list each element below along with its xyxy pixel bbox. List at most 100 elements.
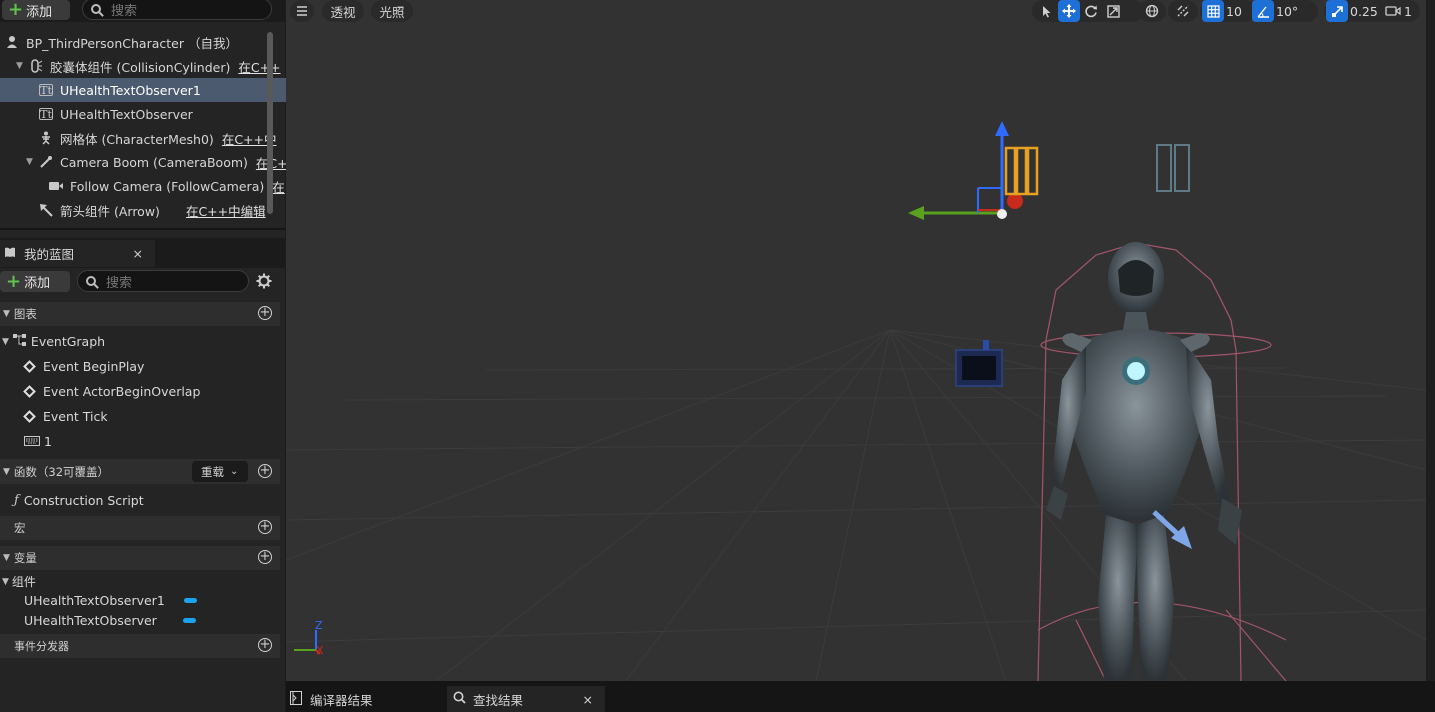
text-component-gizmo bbox=[1156, 144, 1190, 192]
components-category[interactable]: ▼ 组件 bbox=[0, 572, 282, 591]
add-variable-icon[interactable]: + bbox=[258, 550, 272, 564]
event-item[interactable]: Event ActorBeginOverlap bbox=[0, 379, 302, 404]
event-diamond-icon bbox=[23, 385, 36, 398]
tree-item-arrow[interactable]: 箭头组件 (Arrow) 在C++中编辑 bbox=[0, 198, 303, 222]
add-function-icon[interactable]: + bbox=[258, 464, 272, 478]
search-icon bbox=[453, 691, 466, 707]
text-component-icon: Tt bbox=[39, 84, 53, 97]
collapse-arrow-icon: ▼ bbox=[3, 309, 10, 319]
tree-item-character-mesh[interactable]: 网格体 (CharacterMesh0) 在C++中 bbox=[0, 126, 303, 150]
rotation-snap-value[interactable]: 10° bbox=[1276, 4, 1298, 19]
tab-my-blueprint[interactable]: 我的蓝图 × bbox=[0, 240, 155, 267]
macros-section-header[interactable]: 宏 + bbox=[0, 516, 280, 540]
object-type-pill bbox=[182, 617, 196, 623]
search-icon bbox=[86, 276, 96, 286]
close-tab-icon[interactable]: × bbox=[583, 692, 593, 707]
expand-arrow-icon[interactable]: ▼ bbox=[26, 157, 36, 167]
override-dropdown[interactable]: 重载 ⌄ bbox=[192, 461, 248, 482]
viewport[interactable]: Z X 透视 光照 10 10° 0.25 1 bbox=[286, 0, 1426, 681]
rotation-snap-group: 10° bbox=[1250, 0, 1318, 22]
event-graph-item[interactable]: ▼ EventGraph bbox=[0, 329, 282, 354]
grid-snap-group: 10 bbox=[1200, 0, 1256, 22]
tree-item-camera-boom[interactable]: ▼ Camera Boom (CameraBoom) 在C+ bbox=[0, 150, 291, 174]
event-item[interactable]: Event Tick bbox=[0, 404, 302, 429]
camera-speed-icon[interactable] bbox=[1382, 0, 1404, 22]
plus-icon: + bbox=[6, 270, 22, 292]
camera-speed-group: 1 bbox=[1378, 0, 1420, 22]
lit-mode-button[interactable]: 光照 bbox=[371, 0, 413, 22]
construction-script-item[interactable]: ƒ Construction Script bbox=[0, 488, 294, 513]
chevron-down-icon: ⌄ bbox=[230, 466, 239, 477]
character-mesh bbox=[1046, 242, 1242, 681]
collapse-arrow-icon: ▼ bbox=[2, 336, 9, 347]
components-scrollbar[interactable] bbox=[267, 32, 273, 214]
keyboard-icon bbox=[24, 434, 40, 449]
viewport-scene bbox=[286, 121, 1426, 681]
scale-tool-icon[interactable] bbox=[1102, 0, 1124, 22]
expand-arrow-icon[interactable]: ▼ bbox=[16, 61, 26, 71]
tree-item-collision-cylinder[interactable]: ▼ 胶囊体组件 (CollisionCylinder) 在C++ bbox=[0, 54, 281, 78]
dispatchers-section-header[interactable]: 事件分发器 + bbox=[0, 634, 280, 658]
camera-gizmo bbox=[955, 340, 1003, 387]
grid-snap-icon[interactable] bbox=[1202, 0, 1224, 22]
gear-icon[interactable] bbox=[256, 273, 272, 292]
search-icon bbox=[91, 4, 101, 14]
variable-item[interactable]: UHealthTextObserver bbox=[0, 610, 304, 630]
camera-speed-value[interactable]: 1 bbox=[1404, 4, 1412, 19]
book-icon bbox=[4, 246, 16, 261]
rotation-snap-icon[interactable] bbox=[1252, 0, 1274, 22]
coordinate-space-group bbox=[1138, 0, 1166, 22]
tab-compiler-results[interactable]: 编译器结果 bbox=[290, 686, 373, 712]
camera-icon bbox=[48, 178, 64, 194]
variables-section-header[interactable]: ▼ 变量 + bbox=[0, 546, 280, 570]
plus-icon: + bbox=[8, 0, 24, 20]
surface-snap-group bbox=[1168, 0, 1198, 22]
axis-x-label: X bbox=[316, 644, 324, 657]
rotate-tool-icon[interactable] bbox=[1080, 0, 1102, 22]
select-tool-icon[interactable] bbox=[1036, 0, 1058, 22]
surface-snap-icon[interactable] bbox=[1172, 0, 1194, 22]
add-graph-icon[interactable]: + bbox=[258, 306, 272, 320]
arrow-component-icon bbox=[38, 202, 54, 218]
transform-tools-group bbox=[1032, 0, 1144, 22]
add-blueprint-item-button[interactable]: + 添加 bbox=[0, 271, 70, 292]
close-tab-icon[interactable]: × bbox=[133, 246, 143, 261]
capsule-icon bbox=[28, 58, 44, 74]
viewport-menu-button[interactable] bbox=[290, 0, 314, 22]
text-component-icon: Tt bbox=[39, 108, 53, 121]
hamburger-icon bbox=[296, 4, 308, 19]
compiler-results-icon bbox=[290, 690, 302, 708]
variable-item[interactable]: UHealthTextObserver1 bbox=[0, 590, 304, 610]
skeleton-icon bbox=[38, 130, 54, 146]
event-item[interactable]: Event BeginPlay bbox=[0, 354, 302, 379]
collapse-arrow-icon: ▼ bbox=[3, 553, 10, 563]
ground-grid bbox=[286, 329, 1426, 681]
tree-item-health-observer-1[interactable]: Tt UHealthTextObserver1 bbox=[0, 78, 303, 102]
move-tool-icon[interactable] bbox=[1058, 0, 1080, 22]
axis-z-label: Z bbox=[315, 619, 323, 632]
blueprint-search-input[interactable]: 搜索 bbox=[77, 270, 249, 292]
perspective-button[interactable]: 透视 bbox=[322, 0, 364, 22]
spring-arm-icon bbox=[38, 154, 54, 170]
graphs-section-header[interactable]: ▼ 图表 + bbox=[0, 302, 280, 326]
left-panel: + 添加 搜索 BP_ThirdPersonCharacter （自我） ▼ 胶囊… bbox=[0, 0, 303, 712]
person-icon bbox=[4, 34, 20, 50]
function-icon: ƒ bbox=[14, 493, 19, 508]
event-diamond-icon bbox=[23, 410, 36, 423]
tab-find-results[interactable]: 查找结果 × bbox=[447, 686, 605, 712]
add-component-button[interactable]: + 添加 bbox=[2, 0, 70, 20]
functions-section-header[interactable]: ▼ 函数（32可覆盖） 重载 ⌄ + bbox=[0, 459, 280, 484]
add-dispatcher-icon[interactable]: + bbox=[258, 638, 272, 652]
scale-snap-icon[interactable] bbox=[1326, 0, 1348, 22]
components-search-input[interactable]: 搜索 bbox=[82, 0, 272, 20]
grid-snap-value[interactable]: 10 bbox=[1226, 4, 1242, 19]
object-type-pill bbox=[183, 597, 197, 603]
collapse-arrow-icon: ▼ bbox=[3, 466, 10, 477]
keyboard-event-item[interactable]: 1 bbox=[0, 429, 304, 454]
add-macro-icon[interactable]: + bbox=[258, 520, 272, 534]
tree-item-root[interactable]: BP_ThirdPersonCharacter （自我） bbox=[0, 30, 269, 54]
world-space-icon[interactable] bbox=[1142, 0, 1162, 22]
graph-icon bbox=[12, 334, 27, 349]
scale-snap-value[interactable]: 0.25 bbox=[1350, 4, 1378, 19]
tree-item-health-observer[interactable]: Tt UHealthTextObserver bbox=[0, 102, 303, 126]
